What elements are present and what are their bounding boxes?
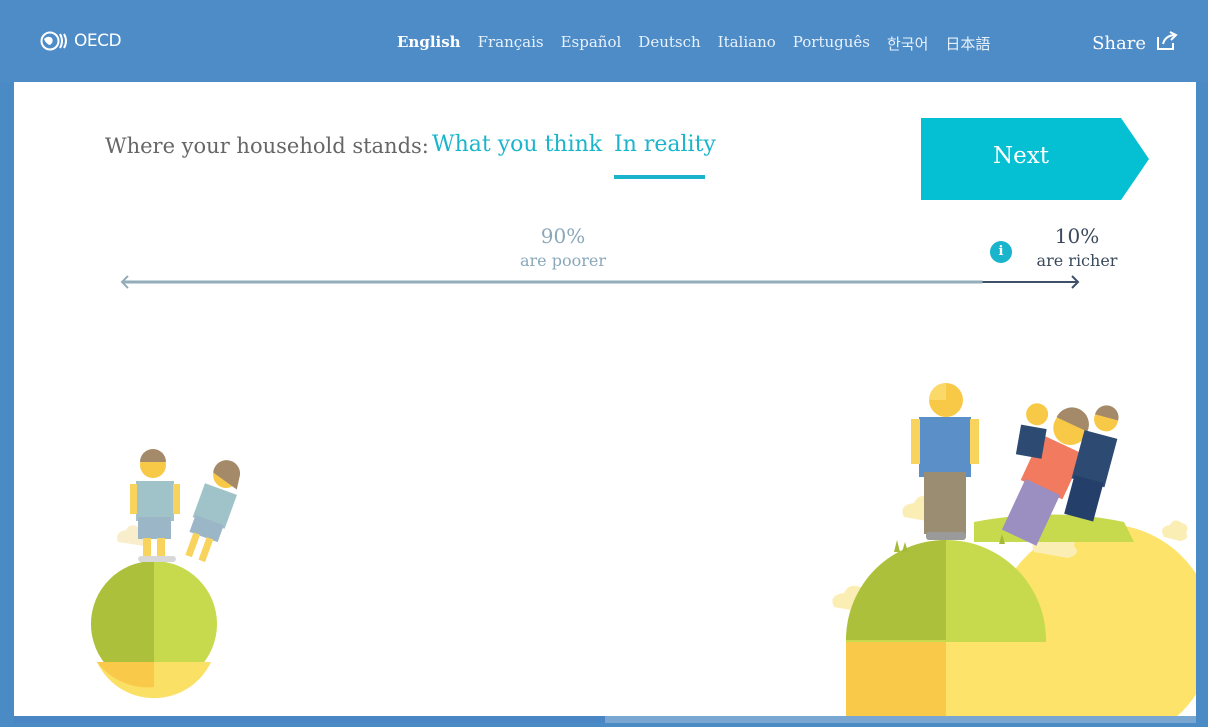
info-icon[interactable]: i [990, 241, 1012, 263]
tab-in-reality[interactable]: In reality [614, 132, 716, 157]
lang-english[interactable]: English [397, 33, 461, 54]
next-label: Next [993, 143, 1049, 169]
main-panel: Where your household stands: What you th… [14, 82, 1196, 716]
tab-what-you-think[interactable]: What you think [432, 132, 602, 157]
share-label: Share [1092, 33, 1146, 54]
progress-bar [14, 716, 1196, 723]
lang-francais[interactable]: Français [478, 33, 544, 54]
lang-deutsch[interactable]: Deutsch [638, 33, 700, 54]
top-bar: OECD English Français Español Deutsch It… [0, 0, 1208, 82]
logo-text: OECD [74, 31, 122, 51]
lang-portugues[interactable]: Português [793, 33, 870, 54]
next-button[interactable]: Next [921, 118, 1149, 200]
lang-espanol[interactable]: Español [561, 33, 622, 54]
richer-percent: 10% [1054, 224, 1100, 248]
household-stands-label: Where your household stands: [105, 134, 429, 158]
active-tab-indicator [614, 175, 705, 179]
income-scale [120, 275, 1080, 289]
oecd-globe-icon [40, 30, 70, 52]
share-button[interactable]: Share [1092, 31, 1178, 56]
lang-japanese[interactable]: 日本語 [945, 33, 990, 54]
richer-label: are richer [1036, 251, 1118, 270]
poorer-percent: 90% [540, 224, 586, 248]
rich-planets-illustration [832, 383, 1196, 716]
poor-planet-illustration [91, 449, 241, 699]
language-menu: English Français Español Deutsch Italian… [397, 33, 990, 54]
lang-italiano[interactable]: Italiano [718, 33, 776, 54]
share-icon [1156, 31, 1178, 56]
oecd-logo[interactable]: OECD [40, 30, 122, 52]
lang-korean[interactable]: 한국어 [887, 33, 928, 54]
poorer-label: are poorer [519, 251, 606, 270]
progress-fill [14, 716, 605, 723]
